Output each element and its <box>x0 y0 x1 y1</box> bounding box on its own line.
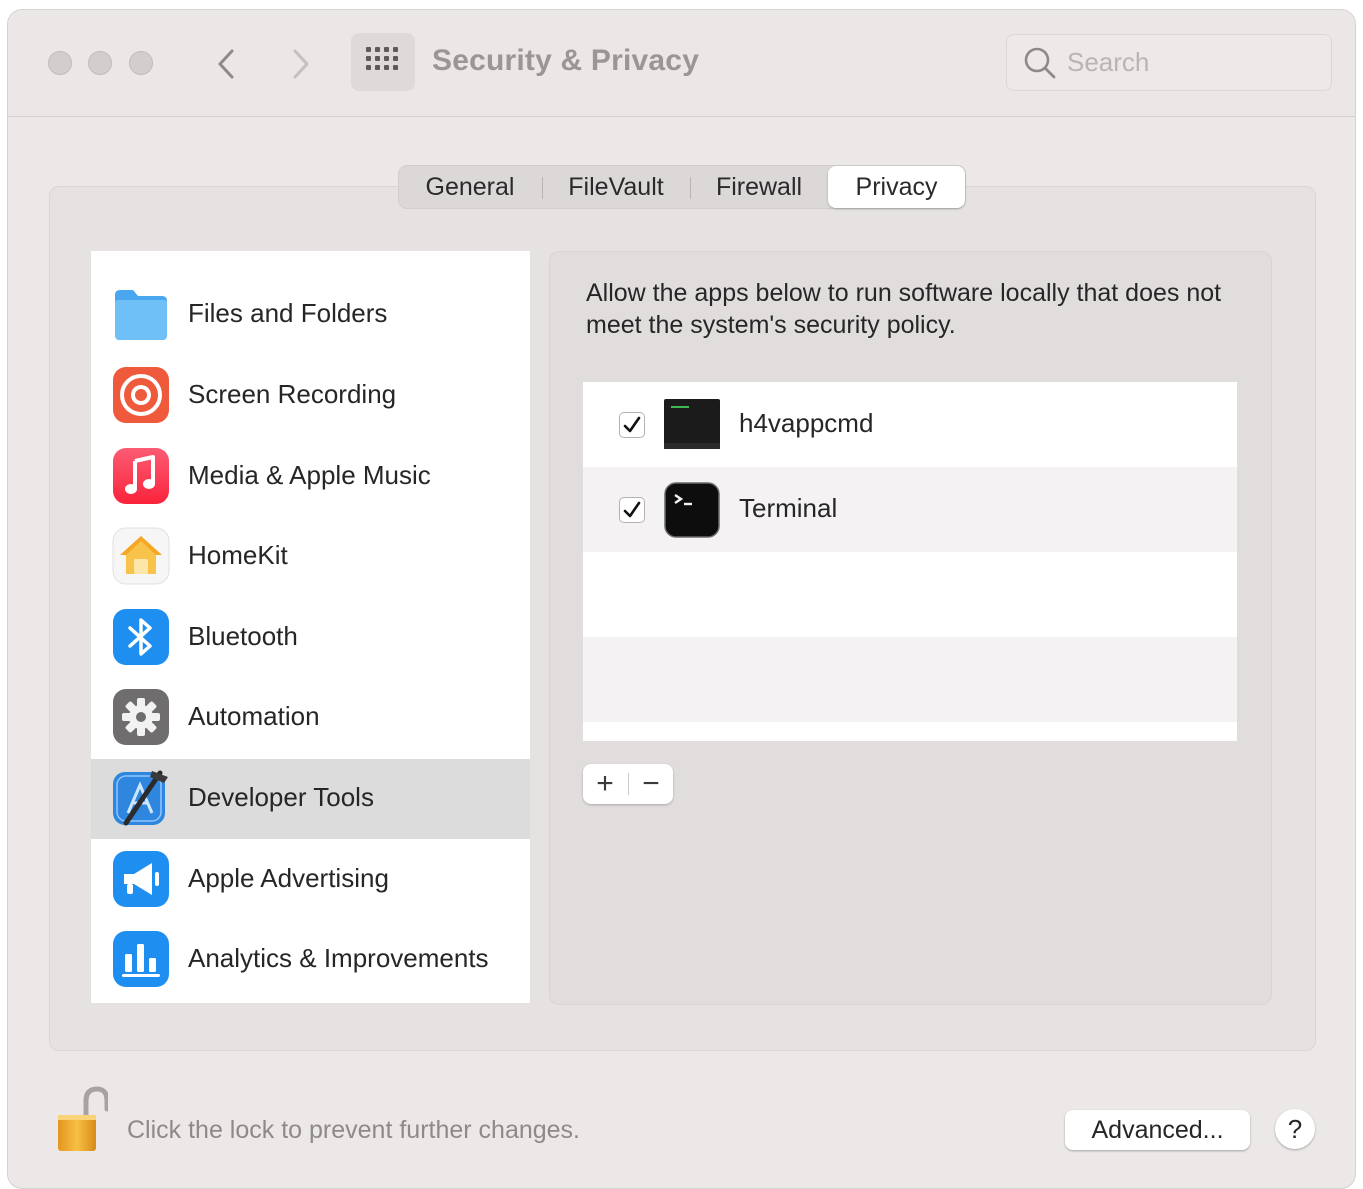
grid-icon <box>366 47 398 70</box>
sidebar-item-label: Screen Recording <box>188 379 397 409</box>
add-app-button[interactable]: + <box>583 764 627 804</box>
sidebar-item-automation[interactable]: Automation <box>91 678 530 758</box>
search-input[interactable] <box>1067 47 1317 77</box>
help-button[interactable]: ? <box>1275 1109 1315 1149</box>
tab-privacy[interactable]: Privacy <box>828 166 965 208</box>
chevron-left-icon <box>218 49 234 79</box>
tab-general[interactable]: General <box>399 166 541 208</box>
terminal-icon <box>664 482 720 538</box>
app-row-terminal[interactable]: Terminal <box>583 467 1237 552</box>
sidebar-item-bluetooth[interactable]: Bluetooth <box>91 598 530 678</box>
zoom-window-button[interactable] <box>129 51 153 75</box>
close-window-button[interactable] <box>48 51 72 75</box>
tab-bar: General FileVault Firewall Privacy <box>398 165 966 209</box>
back-button[interactable] <box>207 44 247 84</box>
sidebar-item-apple-advertising[interactable]: Apple Advertising <box>91 840 530 920</box>
search-field[interactable] <box>1006 34 1332 91</box>
app-row-empty <box>583 637 1237 722</box>
developer-tools-pane: Allow the apps below to run software loc… <box>549 251 1272 1005</box>
checkmark-icon <box>623 416 641 433</box>
advanced-button[interactable]: Advanced... <box>1065 1110 1250 1150</box>
remove-app-button[interactable]: − <box>629 764 673 804</box>
lock-message: Click the lock to prevent further change… <box>127 1116 581 1144</box>
privacy-category-list[interactable]: Files and Folders Screen Recording Media… <box>91 251 530 1003</box>
sidebar-item-label: Bluetooth <box>188 621 298 651</box>
tab-filevault[interactable]: FileVault <box>543 166 689 208</box>
sidebar-item-files-and-folders[interactable]: Files and Folders <box>91 275 530 355</box>
window-title: Security & Privacy <box>432 44 700 77</box>
gear-icon <box>113 689 169 745</box>
chevron-right-icon <box>293 49 309 79</box>
sidebar-item-label: HomeKit <box>188 540 288 570</box>
bar-chart-icon <box>113 931 169 987</box>
music-note-icon <box>113 448 169 504</box>
sidebar-item-label: Analytics & Improvements <box>188 943 489 973</box>
sidebar-item-label: Apple Advertising <box>188 863 389 893</box>
sidebar-item-label: Files and Folders <box>188 298 388 328</box>
sidebar-item-analytics-improvements[interactable]: Analytics & Improvements <box>91 920 530 1000</box>
add-remove-control: + − <box>583 764 673 804</box>
search-icon <box>1024 47 1056 79</box>
sidebar-item-label: Automation <box>188 701 320 731</box>
minimize-window-button[interactable] <box>88 51 112 75</box>
sidebar-item-label: Media & Apple Music <box>188 460 431 490</box>
sidebar-item-homekit[interactable]: HomeKit <box>91 517 530 597</box>
pane-description: Allow the apps below to run software loc… <box>586 279 1222 339</box>
home-icon <box>112 527 170 585</box>
console-app-icon <box>664 399 720 449</box>
developer-tools-icon <box>113 770 168 826</box>
bluetooth-icon <box>113 609 169 665</box>
forward-button[interactable] <box>280 44 320 84</box>
app-checkbox[interactable] <box>619 412 645 438</box>
title-bar: Security & Privacy <box>8 10 1355 117</box>
megaphone-icon <box>113 851 169 907</box>
app-list[interactable]: h4vappcmd Terminal <box>583 382 1237 741</box>
checkmark-icon <box>623 501 641 518</box>
list-item-partial <box>91 251 530 263</box>
preferences-window: Security & Privacy General FileVault Fir… <box>8 10 1355 1188</box>
tab-firewall[interactable]: Firewall <box>691 166 827 208</box>
app-name: h4vappcmd <box>739 408 874 438</box>
lock-icon[interactable] <box>56 1085 108 1155</box>
sidebar-item-screen-recording[interactable]: Screen Recording <box>91 356 530 436</box>
sidebar-item-label: Developer Tools <box>188 782 374 812</box>
screen-recording-icon <box>113 367 169 423</box>
app-checkbox[interactable] <box>619 497 645 523</box>
sidebar-item-media-apple-music[interactable]: Media & Apple Music <box>91 437 530 517</box>
app-name: Terminal <box>739 493 838 523</box>
app-row-empty <box>583 552 1237 637</box>
folder-icon <box>115 290 167 340</box>
show-all-button[interactable] <box>351 33 415 91</box>
sidebar-item-developer-tools[interactable]: Developer Tools <box>91 759 530 839</box>
app-row-h4vappcmd[interactable]: h4vappcmd <box>583 382 1237 467</box>
